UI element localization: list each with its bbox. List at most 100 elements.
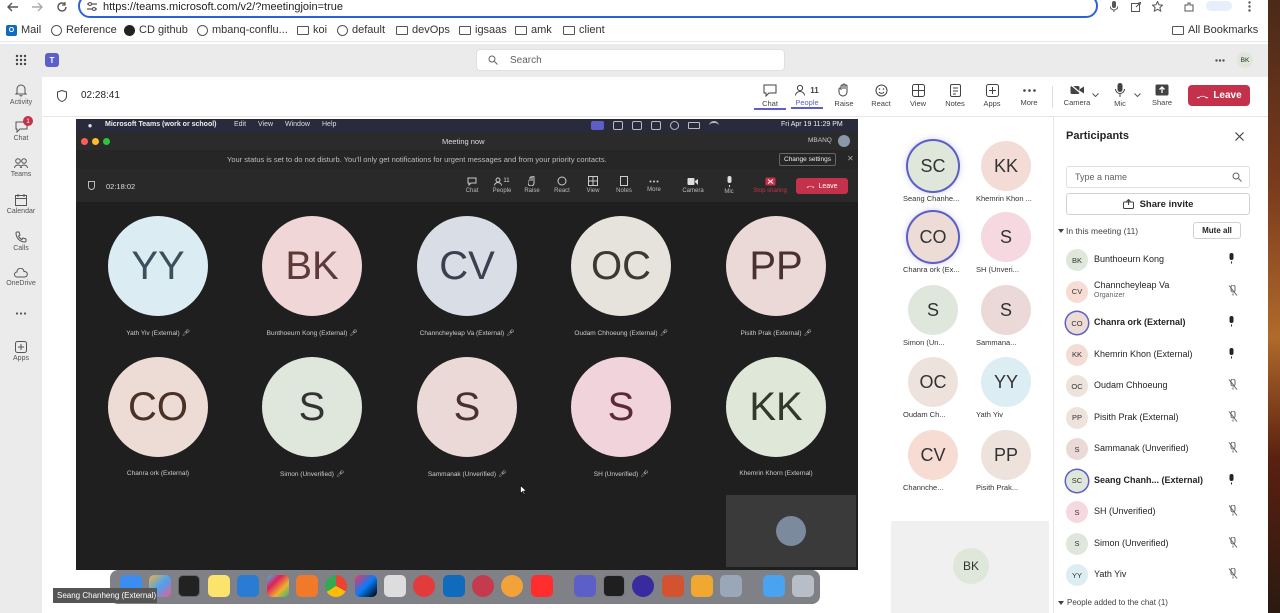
rail-teams[interactable]: Teams (0, 156, 42, 178)
more-apps-icon[interactable] (14, 308, 28, 318)
bookmark-igsaas[interactable]: igsaas (459, 24, 507, 36)
chevron-down-icon[interactable] (1058, 228, 1064, 233)
react-button[interactable]: React (865, 82, 897, 108)
in-meeting-header[interactable]: In this meeting (11) (1066, 226, 1138, 236)
mic-off-icon[interactable] (1228, 284, 1238, 296)
change-settings-button[interactable]: Change settings (779, 153, 836, 166)
rail-activity[interactable]: Activity (0, 83, 42, 106)
calendar-icon (0, 193, 42, 207)
bookmark-default[interactable]: default (337, 24, 385, 36)
site-info-icon[interactable] (86, 1, 98, 12)
people-button[interactable]: 11 People (791, 82, 823, 109)
avatar-initials: S (999, 226, 1012, 247)
share-button[interactable]: Share (1146, 82, 1178, 107)
mic-off-icon[interactable] (1228, 536, 1238, 548)
bookmark-cd-github[interactable]: CD github (124, 24, 188, 36)
apps-button[interactable]: Apps (976, 82, 1008, 108)
more-icon[interactable] (1214, 56, 1226, 64)
mic-button[interactable]: Mic (1104, 82, 1136, 108)
participant-row[interactable]: S Simon (Unverified) (1066, 532, 1250, 556)
participant-row[interactable]: SC Seang Chanh... (External) (1066, 469, 1250, 493)
avatar[interactable]: BK (1237, 52, 1253, 68)
close-icon[interactable] (1234, 131, 1244, 141)
mic-icon[interactable] (1228, 473, 1235, 485)
notes-button[interactable]: Notes (939, 82, 971, 108)
view-button[interactable]: View (902, 82, 934, 108)
leave-label: Leave (818, 182, 838, 190)
rail-apps[interactable]: Apps (0, 340, 42, 362)
added-to-chat-header[interactable]: People added to the chat (1) (1067, 598, 1168, 607)
people-icon: 11 (791, 82, 823, 98)
mic-off-icon[interactable] (1228, 568, 1238, 579)
rail-chat[interactable]: Chat (0, 120, 42, 142)
mac-menu-help: Help (322, 121, 337, 128)
open-in-app-icon[interactable] (1130, 0, 1142, 13)
participant-row[interactable]: PP Pisith Prak (External) (1066, 406, 1250, 430)
mute-all-button[interactable]: Mute all (1193, 222, 1241, 239)
bookmark-label: igsaas (475, 24, 507, 36)
back-icon[interactable] (6, 0, 20, 13)
forward-icon[interactable] (30, 0, 44, 13)
people-count: 11 (503, 178, 510, 184)
rail-onedrive[interactable]: OneDrive (0, 266, 42, 287)
chevron-down-icon[interactable] (1091, 92, 1099, 98)
mic-off-icon[interactable] (1228, 442, 1238, 453)
participant-row[interactable]: S Sammanak (Unverified) (1066, 437, 1250, 461)
share-invite-label: Share invite (1139, 198, 1194, 210)
participant-row[interactable]: CO Chanra ork (External) (1066, 311, 1250, 335)
participant-name: Bunthoeurn Kong (1094, 254, 1165, 264)
tool-label: Apps (983, 98, 1001, 108)
participant-row[interactable]: KK Khemrin Khon (External) (1066, 343, 1250, 367)
traffic-lights (81, 138, 110, 145)
tile-avatar: BK (262, 216, 362, 316)
mic-off-icon[interactable] (1228, 379, 1238, 390)
raise-button[interactable]: Raise (828, 82, 860, 108)
chat-button[interactable]: Chat (754, 82, 786, 110)
mic-off-icon[interactable] (1228, 505, 1238, 516)
bookmark-mail[interactable]: O Mail (6, 24, 41, 36)
gallery-avatar: S (908, 285, 958, 335)
rail-calls[interactable]: Calls (0, 230, 42, 252)
bookmark-client[interactable]: client (563, 24, 605, 36)
all-bookmarks[interactable]: All Bookmarks (1172, 24, 1258, 36)
tile-avatar: KK (726, 357, 826, 457)
camera-button[interactable]: Camera (1061, 82, 1093, 107)
participant-search-placeholder: Type a name (1075, 172, 1128, 182)
participant-row[interactable]: BK Bunthoeurn Kong (1066, 248, 1250, 272)
presenter-label: Seang Chanheng (External) (53, 588, 157, 603)
participant-row[interactable]: S SH (Unverified) (1066, 500, 1250, 524)
profile-chip[interactable] (1206, 1, 1232, 11)
participant-row[interactable]: YY Yath Yiv (1066, 563, 1250, 587)
rail-calendar[interactable]: Calendar (0, 193, 42, 215)
reload-icon[interactable] (55, 0, 69, 13)
close-icon[interactable]: ✕ (847, 154, 854, 163)
mic-icon[interactable] (1108, 0, 1120, 13)
chevron-down-icon[interactable] (1058, 600, 1064, 605)
bookmark-amk[interactable]: amk (515, 24, 552, 36)
app-launcher-icon[interactable] (14, 53, 28, 67)
chat-icon (754, 82, 786, 98)
participant-row[interactable]: CV Channcheyleap Va Organizer (1066, 280, 1250, 304)
browser-menu-icon[interactable] (1244, 0, 1254, 13)
avatar-initials: PP (993, 444, 1018, 465)
hand-icon (828, 82, 860, 98)
star-icon[interactable] (1151, 0, 1163, 13)
more-button[interactable]: More (1013, 82, 1045, 107)
bookmark-reference[interactable]: Reference (51, 24, 117, 36)
bookmark-devops[interactable]: devOps (396, 24, 450, 36)
leave-button[interactable]: Leave (1188, 85, 1250, 106)
bookmark-label: mbanq-conflu... (212, 24, 288, 36)
bookmark-mbanq[interactable]: mbanq-conflu... (197, 24, 288, 36)
extensions-icon[interactable] (1183, 0, 1195, 13)
tile-name-text: Simon (Unverified) (280, 471, 334, 478)
mic-icon[interactable] (1228, 316, 1235, 327)
chevron-down-icon[interactable] (1133, 92, 1141, 98)
share-invite-button[interactable]: Share invite (1066, 193, 1250, 215)
bookmark-koi[interactable]: koi (297, 24, 327, 36)
mic-off-icon: 🎤︎ (349, 330, 358, 337)
mic-icon[interactable] (1228, 253, 1235, 264)
mic-off-icon[interactable] (1228, 410, 1238, 422)
shield-icon[interactable] (56, 89, 68, 102)
participant-row[interactable]: OC Oudam Chhoeung (1066, 374, 1250, 398)
mic-icon[interactable] (1228, 347, 1235, 359)
